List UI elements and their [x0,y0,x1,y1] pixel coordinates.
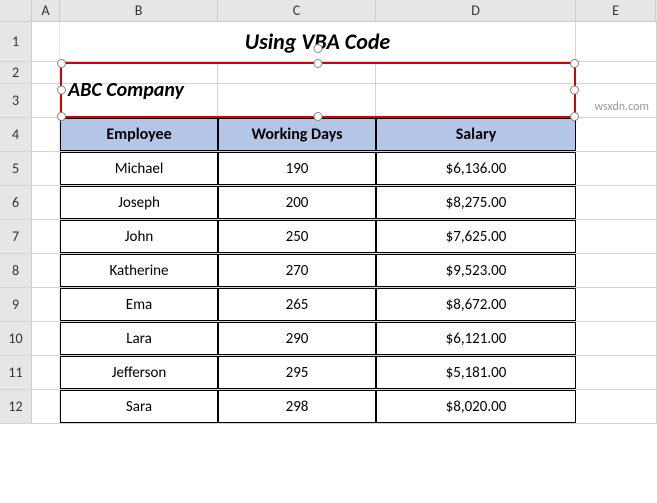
cell-working-days[interactable]: 190 [218,152,376,185]
cell-employee[interactable]: Lara [60,322,218,355]
row-header-5[interactable]: 5 [0,152,32,185]
row-header-7[interactable]: 7 [0,220,32,253]
cell-E6[interactable] [576,186,657,219]
resize-handle-br[interactable] [570,112,579,121]
cell-E5[interactable] [576,152,657,185]
textbox-text[interactable]: ABC Company [68,78,184,102]
cell-salary[interactable]: $8,275.00 [376,186,576,219]
cell-working-days[interactable]: 295 [218,356,376,389]
row-header-10[interactable]: 10 [0,322,32,355]
cell-E8[interactable] [576,254,657,287]
header-employee[interactable]: Employee [60,118,218,151]
cell-A4[interactable] [32,118,60,151]
row-header-2[interactable]: 2 [0,62,32,83]
row-header-11[interactable]: 11 [0,356,32,389]
textbox-selection[interactable]: ABC Company [60,62,576,118]
cell-A7[interactable] [32,220,60,253]
cell-working-days[interactable]: 290 [218,322,376,355]
cell-salary[interactable]: $8,020.00 [376,390,576,423]
resize-handle-bl[interactable] [57,112,66,121]
header-salary[interactable]: Salary [376,118,576,151]
cell-employee[interactable]: John [60,220,218,253]
column-headers-row: A B C D E [0,0,657,22]
cell-A10[interactable] [32,322,60,355]
cell-salary[interactable]: $9,523.00 [376,254,576,287]
table-row: 7 John 250 $7,625.00 [0,220,657,254]
row-header-1[interactable]: 1 [0,22,32,61]
cell-working-days[interactable]: 265 [218,288,376,321]
title-cell[interactable]: Using VBA Code [60,22,576,61]
cell-employee[interactable]: Katherine [60,254,218,287]
row-1: 1 Using VBA Code [0,22,657,62]
cell-employee[interactable]: Michael [60,152,218,185]
row-header-4[interactable]: 4 [0,118,32,151]
cell-working-days[interactable]: 298 [218,390,376,423]
table-row: 12 Sara 298 $8,020.00 [0,390,657,424]
col-header-B[interactable]: B [60,0,218,21]
resize-handle-tr[interactable] [570,59,579,68]
cell-A2[interactable] [32,62,60,83]
resize-handle-tl[interactable] [57,59,66,68]
table-row: 5 Michael 190 $6,136.00 [0,152,657,186]
cell-E9[interactable] [576,288,657,321]
table-row: 10 Lara 290 $6,121.00 [0,322,657,356]
header-working-days[interactable]: Working Days [218,118,376,151]
resize-handle-mr[interactable] [570,86,579,95]
cell-A12[interactable] [32,390,60,423]
cell-employee[interactable]: Joseph [60,186,218,219]
cell-employee[interactable]: Jefferson [60,356,218,389]
row-header-8[interactable]: 8 [0,254,32,287]
col-header-E[interactable]: E [576,0,656,21]
cell-A11[interactable] [32,356,60,389]
watermark-text: wsxdn.com [594,100,649,114]
cell-employee[interactable]: Ema [60,288,218,321]
row-4: 4 Employee Working Days Salary [0,118,657,152]
table-row: 9 Ema 265 $8,672.00 [0,288,657,322]
col-header-D[interactable]: D [376,0,576,21]
cell-employee[interactable]: Sara [60,390,218,423]
rotate-handle-icon[interactable] [314,44,323,53]
resize-handle-ml[interactable] [57,86,66,95]
col-header-C[interactable]: C [218,0,376,21]
table-row: 6 Joseph 200 $8,275.00 [0,186,657,220]
cell-working-days[interactable]: 270 [218,254,376,287]
cell-salary[interactable]: $8,672.00 [376,288,576,321]
cell-E2[interactable] [576,62,657,83]
resize-handle-tm[interactable] [314,59,323,68]
table-row: 11 Jefferson 295 $5,181.00 [0,356,657,390]
cell-A9[interactable] [32,288,60,321]
cell-salary[interactable]: $5,181.00 [376,356,576,389]
col-header-A[interactable]: A [32,0,60,21]
cell-salary[interactable]: $7,625.00 [376,220,576,253]
cell-E12[interactable] [576,390,657,423]
cell-E7[interactable] [576,220,657,253]
cell-working-days[interactable]: 200 [218,186,376,219]
cell-E4[interactable] [576,118,657,151]
cell-A6[interactable] [32,186,60,219]
resize-handle-bm[interactable] [314,112,323,121]
cell-salary[interactable]: $6,136.00 [376,152,576,185]
cell-E11[interactable] [576,356,657,389]
cell-A5[interactable] [32,152,60,185]
cell-E10[interactable] [576,322,657,355]
cell-A3[interactable] [32,84,60,117]
row-header-3[interactable]: 3 [0,84,32,117]
row-header-9[interactable]: 9 [0,288,32,321]
cell-E1[interactable] [576,22,657,61]
cell-salary[interactable]: $6,121.00 [376,322,576,355]
cell-A1[interactable] [32,22,60,61]
row-header-12[interactable]: 12 [0,390,32,423]
select-all-corner[interactable] [0,0,32,21]
cell-working-days[interactable]: 250 [218,220,376,253]
cell-A8[interactable] [32,254,60,287]
row-header-6[interactable]: 6 [0,186,32,219]
table-row: 8 Katherine 270 $9,523.00 [0,254,657,288]
